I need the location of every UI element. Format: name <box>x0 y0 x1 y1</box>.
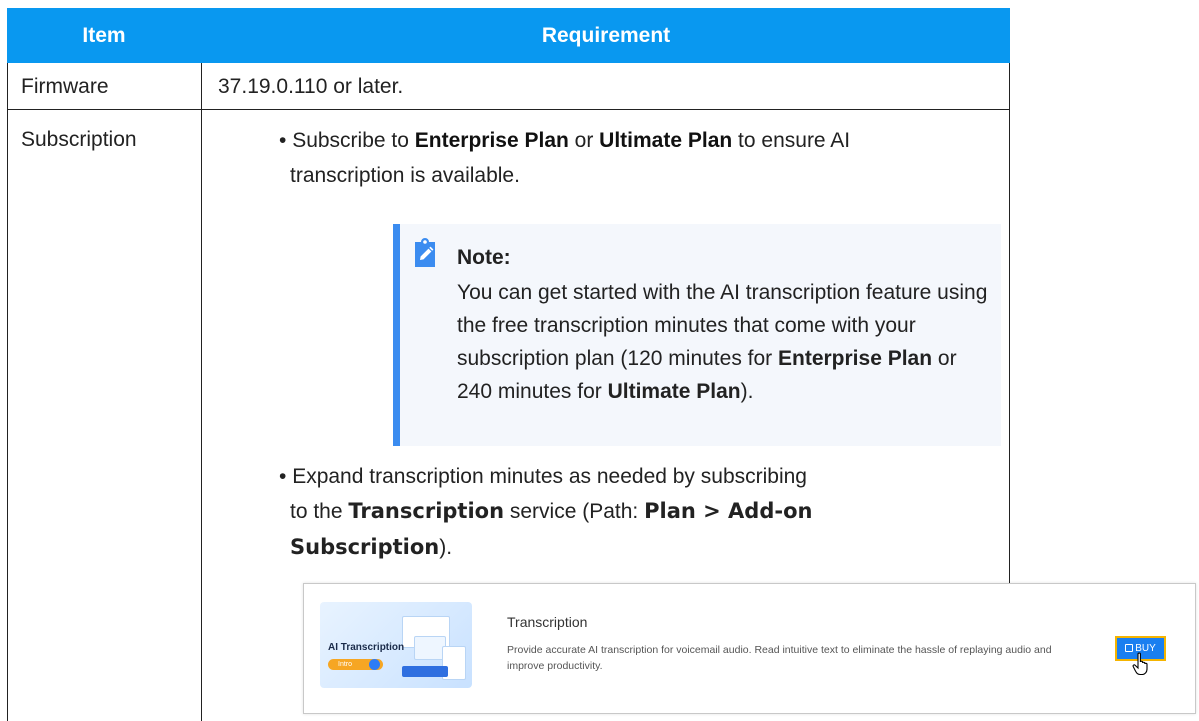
arrow-icon <box>369 659 380 670</box>
thumbnail-title: AI Transcription <box>328 642 405 653</box>
path-text-subscription: Subscription <box>290 535 440 559</box>
path-text: Plan > Add-on <box>644 499 813 523</box>
table-row-subscription-item: Subscription <box>21 128 137 151</box>
table-column-divider <box>201 63 202 721</box>
table-row-divider <box>7 109 1010 110</box>
pencil-clipboard-icon <box>415 238 435 267</box>
note-title: Note: <box>457 246 511 269</box>
table-header-row: Item Requirement <box>7 8 1010 63</box>
card-description: Provide accurate AI transcription for vo… <box>507 644 1052 672</box>
table-border-right <box>1009 63 1010 586</box>
transcription-service-text: Transcription <box>348 499 505 523</box>
hand-pointer-icon <box>1132 652 1148 676</box>
thumbnail-graphic <box>402 666 448 677</box>
product-thumbnail: AI Transcription Intro <box>320 602 472 688</box>
bullet-subscribe-line2: transcription is available. <box>290 164 520 187</box>
transcription-product-card: AI Transcription Intro Transcription Pro… <box>303 583 1196 714</box>
bullet-subscribe: • Subscribe to Enterprise Plan or Ultima… <box>279 129 851 152</box>
note-box: Note: You can get started with the AI tr… <box>393 224 1001 446</box>
ultimate-plan-text: Ultimate Plan <box>599 129 733 152</box>
table-row-firmware-requirement: 37.19.0.110 or later. <box>218 75 404 98</box>
bullet-expand-line2: to the Transcription service (Path: Plan… <box>290 499 813 523</box>
enterprise-plan-text: Enterprise Plan <box>414 129 569 152</box>
column-header-item: Item <box>82 24 126 47</box>
table-border-left <box>7 63 8 721</box>
table-row-firmware-item: Firmware <box>21 75 109 98</box>
bullet-expand-line3: Subscription). <box>290 535 453 559</box>
column-header-requirement: Requirement <box>541 24 671 47</box>
card-title: Transcription <box>507 614 588 630</box>
shopping-bag-icon <box>1125 644 1134 652</box>
bullet-expand: • Expand transcription minutes as needed… <box>279 465 807 488</box>
note-body: You can get started with the AI transcri… <box>457 281 988 403</box>
